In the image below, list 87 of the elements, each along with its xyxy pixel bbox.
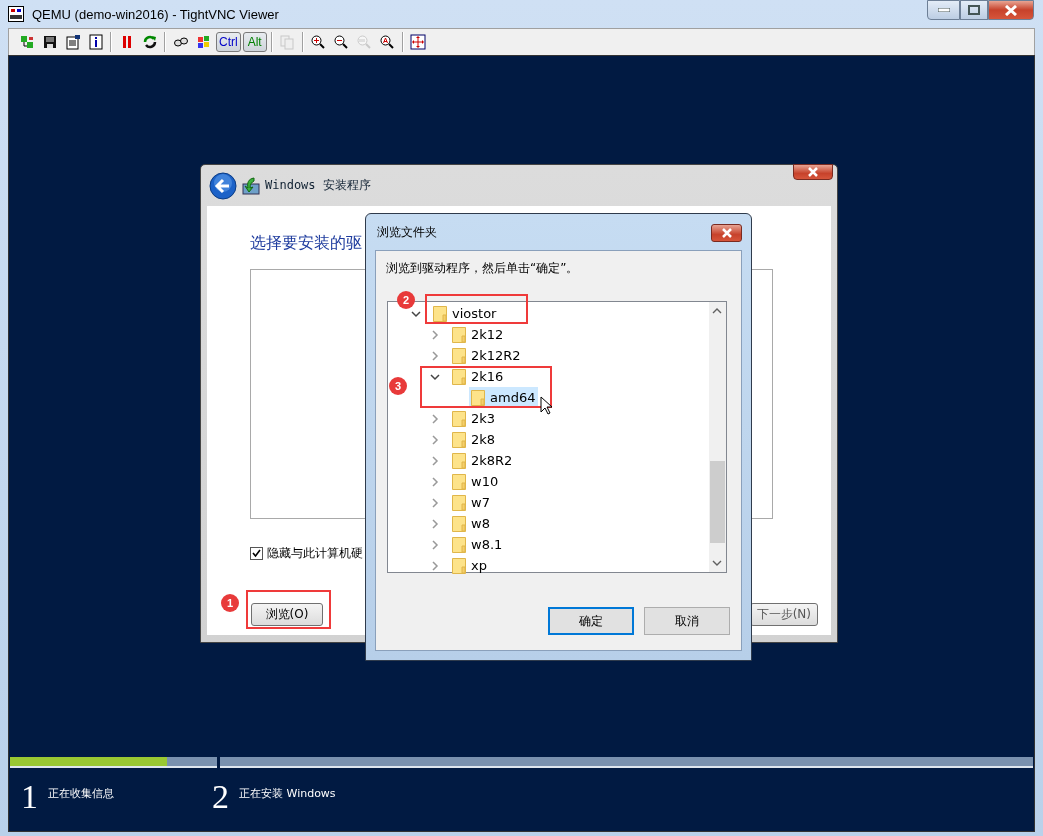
close-button[interactable] xyxy=(711,224,742,242)
annotation-number: 1 xyxy=(221,594,239,612)
folder-icon xyxy=(452,410,466,427)
cursor-icon xyxy=(540,396,553,415)
folder-name: 2k8 xyxy=(471,432,496,447)
folder-name: w10 xyxy=(471,474,499,489)
folder-name: viostor xyxy=(452,306,497,321)
zoom-in-icon[interactable] xyxy=(310,34,327,50)
tree-item[interactable]: viostor xyxy=(431,303,500,324)
dialog-button[interactable]: 取消 xyxy=(644,607,730,635)
floppy-icon[interactable] xyxy=(41,34,58,50)
folder-icon xyxy=(452,515,466,532)
tree-item[interactable]: 2k8R2 xyxy=(450,450,516,471)
folder-icon xyxy=(433,305,447,322)
step-label: 正在收集信息 xyxy=(48,786,114,801)
checkbox[interactable] xyxy=(250,547,263,560)
info-icon[interactable] xyxy=(87,34,104,50)
next-button[interactable]: 下一步(N) xyxy=(749,603,818,626)
connection-icon[interactable] xyxy=(18,34,35,50)
close-icon xyxy=(720,228,733,238)
folder-name: 2k8R2 xyxy=(471,453,513,468)
scroll-down-icon[interactable] xyxy=(712,559,722,567)
folder-name: xp xyxy=(471,558,487,573)
scroll-up-icon[interactable] xyxy=(712,307,722,315)
folder-icon xyxy=(452,326,466,343)
tree-item[interactable]: w10 xyxy=(450,471,502,492)
page-heading: 选择要安装的驱 xyxy=(250,233,363,254)
maximize-icon xyxy=(968,5,980,15)
window-title: QEMU (demo-win2016) - TightVNC Viewer xyxy=(32,6,279,22)
folder-icon xyxy=(452,452,466,469)
dialog-button[interactable]: 确定 xyxy=(548,607,634,635)
annotation-number: 2 xyxy=(397,291,415,309)
step-number: 2 xyxy=(212,780,229,814)
tree-item[interactable]: 2k12R2 xyxy=(450,345,524,366)
checkbox-label: 隐藏与此计算机硬 xyxy=(267,545,363,562)
folder-icon xyxy=(471,389,485,406)
minimize-icon xyxy=(937,8,950,12)
folder-icon xyxy=(452,494,466,511)
folder-name: 2k16 xyxy=(471,369,504,384)
folder-name: amd64 xyxy=(490,390,536,405)
glasses-icon[interactable] xyxy=(172,34,189,50)
vnc-logo-icon xyxy=(8,6,24,22)
folder-icon xyxy=(452,347,466,364)
clipboard-icon[interactable] xyxy=(64,34,81,50)
close-button[interactable] xyxy=(988,0,1034,20)
close-icon xyxy=(806,167,820,177)
folder-icon xyxy=(452,431,466,448)
folder-icon xyxy=(452,536,466,553)
tree-item[interactable]: 2k3 xyxy=(450,408,499,429)
folder-name: 2k12R2 xyxy=(471,348,521,363)
refresh-icon[interactable] xyxy=(141,34,158,50)
key-button[interactable]: Alt xyxy=(242,32,267,52)
folder-icon xyxy=(452,557,466,574)
folder-name: w8 xyxy=(471,516,490,531)
installer-icon xyxy=(242,176,260,195)
chevron-icon[interactable] xyxy=(411,308,421,319)
folder-name: 2k3 xyxy=(471,411,496,426)
step-number: 1 xyxy=(21,780,38,814)
chevron-icon[interactable] xyxy=(430,371,440,382)
dialog-title: Windows 安装程序 xyxy=(265,177,371,194)
flag-icon[interactable] xyxy=(195,34,212,50)
instruction-text: 浏览到驱动程序，然后单击“确定”。 xyxy=(386,260,580,277)
tree-item[interactable]: w8.1 xyxy=(450,534,506,555)
key-button[interactable]: Ctrl xyxy=(216,32,241,52)
close-button[interactable] xyxy=(793,164,833,180)
magnifier-icon[interactable] xyxy=(379,34,396,50)
tree-item[interactable]: 2k16 xyxy=(450,366,507,387)
tree-item[interactable]: w8 xyxy=(450,513,493,534)
maximize-button[interactable] xyxy=(960,0,988,20)
tree-item[interactable]: 2k12 xyxy=(450,324,507,345)
folder-icon xyxy=(452,473,466,490)
zoom-out-icon[interactable] xyxy=(333,34,350,50)
tree-item[interactable]: 2k8 xyxy=(450,429,499,450)
browse-button[interactable]: 浏览(O) xyxy=(251,603,323,626)
folder-name: w7 xyxy=(471,495,490,510)
minimize-button[interactable] xyxy=(927,0,960,20)
step-label: 正在安装 Windows xyxy=(239,786,336,801)
scrollbar[interactable] xyxy=(709,302,726,572)
dialog-title: 浏览文件夹 xyxy=(377,223,437,241)
fullscreen-icon[interactable] xyxy=(410,34,427,50)
annotation-number: 3 xyxy=(389,377,407,395)
tree-item[interactable]: w7 xyxy=(450,492,493,513)
folder-icon xyxy=(452,368,466,385)
tree-item[interactable]: xp xyxy=(450,555,490,576)
folder-name: w8.1 xyxy=(471,537,503,552)
folder-name: 2k12 xyxy=(471,327,504,342)
close-icon xyxy=(1004,4,1018,16)
